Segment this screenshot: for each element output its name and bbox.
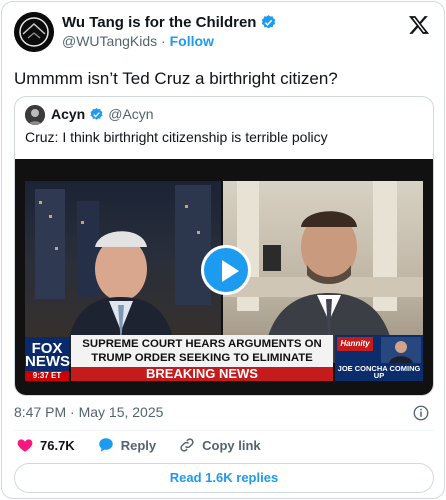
tweet-card: Wu Tang is for the Children @WUTangKids … [1,1,445,499]
author-display-name[interactable]: Wu Tang is for the Children [62,14,256,31]
author-handle-row: @WUTangKids · Follow [62,33,214,49]
x-logo-icon[interactable] [408,14,430,36]
author-handle[interactable]: @WUTangKids [62,33,157,49]
show-logo: Hannity [337,337,373,351]
play-button[interactable] [201,245,251,295]
quoted-tweet[interactable]: Acyn @Acyn Cruz: I think birthright citi… [14,96,434,396]
verified-badge-icon [90,107,103,120]
link-icon [180,438,194,452]
quoted-handle[interactable]: @Acyn [108,106,153,122]
quoted-display-name[interactable]: Acyn [51,106,85,122]
show-graphic: Hannity JOE CONCHA COMING UP [335,335,423,381]
reply-bubble-icon [98,438,113,452]
reply-button[interactable]: Reply [97,436,156,454]
video-player[interactable]: FOX NEWS 9:37 ET SUPREME COURT HEARS ARG… [15,159,433,395]
breaking-news-bar: BREAKING NEWS [71,367,333,381]
follow-button[interactable]: Follow [170,33,214,49]
author-name-row: Wu Tang is for the Children [62,14,277,31]
quoted-author-avatar[interactable] [25,105,45,125]
divider [14,430,434,431]
author-avatar[interactable] [14,12,54,52]
heart-icon [17,439,33,452]
action-bar: 76.7K Reply Copy link [16,436,283,454]
guest-thumbnail [381,337,421,363]
tweet-timestamp[interactable]: 8:47 PM · May 15, 2025 [14,404,163,420]
read-replies-button[interactable]: Read 1.6K replies [14,463,434,493]
like-button[interactable]: 76.7K [16,436,75,454]
chyron-headline: SUPREME COURT HEARS ARGUMENTS ON TRUMP O… [71,335,333,378]
verified-badge-icon [262,15,276,29]
up-next-text: JOE CONCHA COMING UP [337,364,421,380]
reply-label: Reply [120,437,157,453]
news-chyron: FOX NEWS 9:37 ET SUPREME COURT HEARS ARG… [25,335,423,383]
info-icon[interactable] [412,404,430,422]
copy-link-button[interactable]: Copy link [178,436,261,454]
tweet-text: Ummmm isn’t Ted Cruz a birthright citize… [14,69,338,88]
like-count: 76.7K [40,437,75,453]
copy-link-label: Copy link [202,437,261,453]
handle-separator: · [161,33,166,49]
quoted-text: Cruz: I think birthright citizenship is … [25,129,328,145]
quoted-name-row: Acyn @Acyn [51,106,154,122]
network-clock: 9:37 ET [25,371,69,381]
